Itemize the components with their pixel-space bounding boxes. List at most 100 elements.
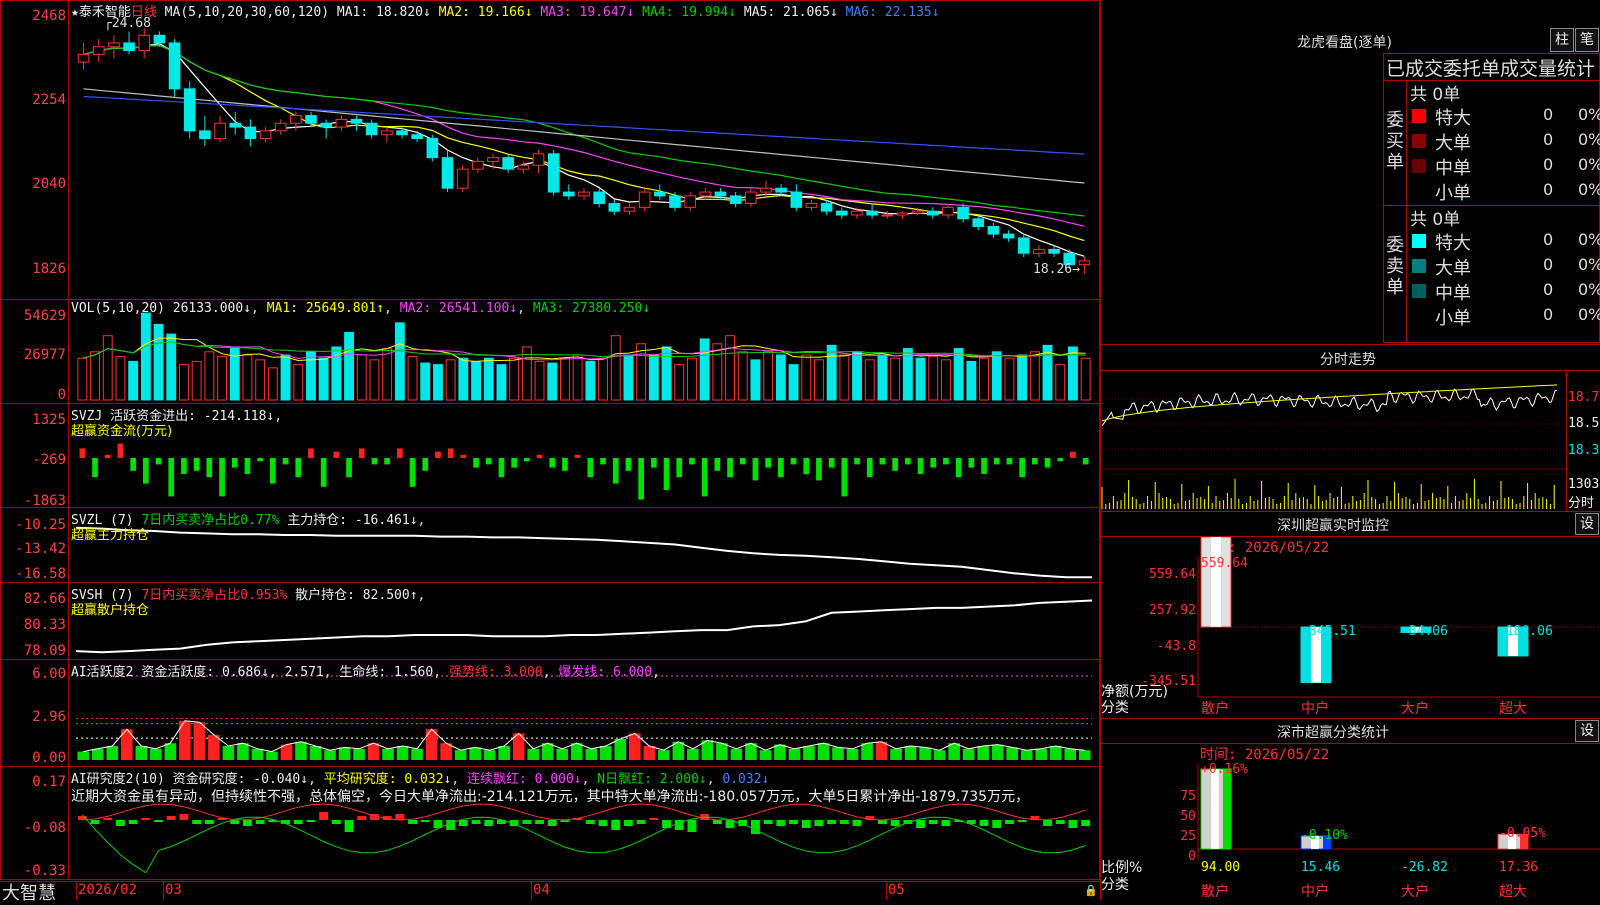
fund-flow-bar — [625, 458, 632, 471]
fund-flow-bar — [600, 458, 606, 465]
sell-row: 中单 0 0% — [1408, 279, 1600, 304]
volume-bar — [1017, 354, 1028, 401]
activity-bar — [1078, 750, 1091, 760]
fund-flow-bar — [435, 451, 441, 458]
candle-body — [274, 122, 287, 132]
fund-flow-bar — [422, 458, 429, 471]
volume-bar — [1042, 344, 1053, 401]
volume-bar — [407, 356, 418, 401]
candle-body — [138, 34, 151, 52]
fund-flow-bar — [892, 458, 899, 471]
sz-class-axis-sub: 分类 — [1101, 877, 1129, 893]
volume-bar — [445, 359, 456, 401]
intraday-chart[interactable] — [1100, 371, 1566, 511]
candle-body — [532, 153, 545, 166]
fund-flow-bar — [1057, 458, 1064, 462]
buy-total: 共 0单 — [1410, 85, 1461, 105]
intraday-title: 分时走势 — [1320, 352, 1376, 368]
research-bar — [916, 820, 925, 828]
fund-flow-bar — [219, 458, 225, 497]
candle-body — [259, 130, 272, 140]
ai-active-strong: 强势线: 3.000 — [448, 665, 543, 680]
candle-body — [290, 115, 302, 124]
candle-body — [229, 122, 242, 128]
candle-body — [987, 225, 1000, 235]
volume-bar — [636, 343, 647, 401]
buy-row-percent: 0% — [1578, 130, 1600, 149]
fund-flow-bar — [777, 458, 784, 478]
ai-research-y-label: -0.08 — [23, 820, 66, 836]
activity-bar — [962, 748, 975, 760]
activity-bar — [817, 743, 830, 760]
column-view-button[interactable]: 柱 — [1550, 28, 1574, 52]
ai-research-value: 资金研究度: -0.040↓ — [172, 772, 309, 787]
volume-bar — [102, 335, 113, 401]
buy-row: 大单 0 0% — [1408, 129, 1600, 154]
research-bar — [598, 820, 608, 826]
activity-bar — [1064, 748, 1077, 760]
vol-ma3: MA3: 27380.250↓ — [532, 301, 651, 316]
stroke-view-button[interactable]: 笔 — [1575, 28, 1599, 52]
brand-logo: 大智慧 — [2, 883, 56, 904]
sz-monitor-category: 大户 — [1401, 701, 1429, 717]
intraday-vol-label: 分时 — [1568, 496, 1595, 511]
activity-bar — [599, 746, 612, 760]
volume-bar — [598, 357, 608, 401]
fund-flow-bar — [955, 458, 962, 478]
buy-row-label: 中单 — [1435, 158, 1471, 179]
ai-active-y-label: 2.96 — [32, 709, 66, 725]
main-y-label: 1826 — [32, 261, 66, 277]
candle-body — [820, 203, 833, 212]
volume-bar — [229, 346, 240, 401]
volume-bar — [420, 362, 431, 401]
sell-row-percent: 0% — [1578, 255, 1600, 274]
fund-flow-bar — [485, 458, 492, 465]
candle-body — [638, 191, 651, 208]
volume-bar — [306, 351, 316, 401]
fund-flow-bar — [358, 448, 365, 458]
activity-bar — [570, 743, 583, 760]
fund-flow-bar — [447, 448, 454, 458]
volume-bar — [953, 348, 964, 401]
fund-flow-bar — [155, 458, 162, 465]
sell-row-label: 特大 — [1435, 233, 1471, 254]
research-bar — [789, 820, 798, 824]
volume-bar — [1080, 357, 1091, 401]
main-holding-line — [75, 526, 1092, 579]
sz-monitor-category: 中户 — [1301, 701, 1329, 717]
research-bar — [408, 820, 417, 824]
fund-flow-bar — [993, 458, 1000, 465]
fund-flow-bar — [320, 458, 327, 487]
fund-flow-bar — [981, 458, 987, 474]
research-bar — [687, 820, 697, 832]
sell-row-label: 中单 — [1435, 283, 1471, 304]
volume-bar — [775, 354, 786, 401]
activity-bar — [556, 748, 569, 760]
volume-bar — [217, 356, 227, 401]
sz-monitor-value-label: -34.06 — [1401, 624, 1448, 639]
volume-bar — [344, 332, 354, 401]
fund-flow-bar — [803, 458, 810, 474]
research-bar — [624, 820, 633, 826]
ai-active-burst: 爆发线: 6.000 — [558, 665, 653, 680]
intraday-y-label: 18.70 — [1568, 390, 1600, 405]
sz-monitor-settings-button[interactable]: 设 — [1575, 513, 1599, 535]
activity-bar — [875, 741, 888, 760]
research-bar — [801, 820, 811, 828]
candle-body — [714, 191, 727, 197]
volume-bar — [191, 360, 202, 401]
volume-bar — [1004, 357, 1015, 401]
sell-row-volume: 0 — [1543, 255, 1554, 274]
sz-class-settings-button[interactable]: 设 — [1575, 720, 1599, 742]
activity-bar — [77, 751, 90, 760]
candle-body — [578, 191, 590, 197]
color-swatch-icon — [1412, 284, 1426, 298]
research-bar — [484, 820, 494, 826]
activity-bar — [1049, 746, 1062, 760]
svsh-subtitle: 超赢散户持仓 — [71, 603, 150, 618]
candle-body — [320, 122, 333, 128]
research-bar — [141, 818, 151, 820]
lock-icon[interactable]: 🔒 — [1084, 884, 1098, 897]
buy-side-label: 委买单 — [1386, 110, 1404, 173]
ai-research-header: AI研究度2(10) 资金研究度: -0.040↓, 平均研究度: 0.032↓… — [71, 772, 770, 787]
